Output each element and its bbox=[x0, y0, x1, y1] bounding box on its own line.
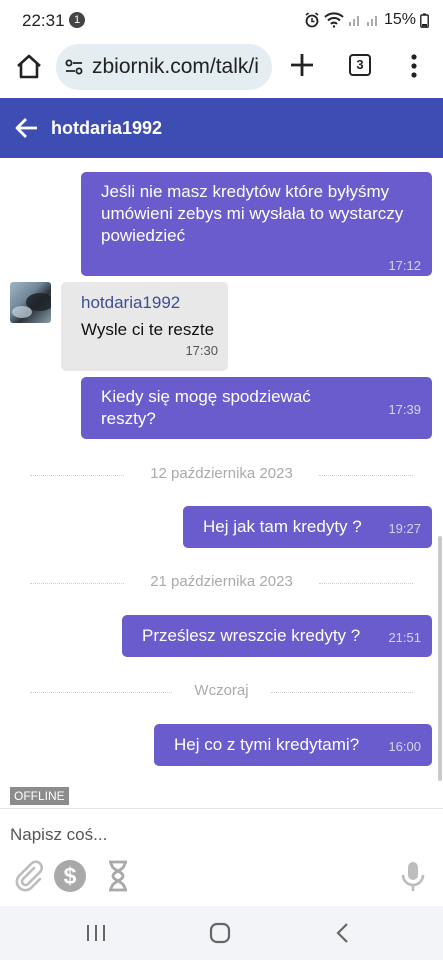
message-time: 17:30 bbox=[185, 343, 218, 358]
message-time: 17:12 bbox=[388, 258, 421, 273]
dollar-icon[interactable]: $ bbox=[53, 859, 87, 893]
message-time: 16:00 bbox=[388, 739, 421, 754]
more-vert-icon[interactable] bbox=[404, 52, 424, 80]
avatar-image bbox=[12, 293, 51, 318]
notification-count-badge: 1 bbox=[69, 12, 85, 28]
status-time: 22:31 bbox=[22, 11, 65, 30]
chat-messages[interactable]: Jeśli nie masz kredytów które byłyśmy um… bbox=[0, 158, 443, 808]
signal-icon-2 bbox=[366, 16, 377, 26]
svg-text:$: $ bbox=[64, 863, 77, 889]
site-settings-icon[interactable] bbox=[64, 57, 84, 77]
outgoing-message: Prześlesz wreszcie kredyty ? 21:51 bbox=[122, 615, 432, 657]
status-badge: OFFLINE bbox=[10, 787, 69, 805]
plus-icon[interactable] bbox=[289, 52, 315, 78]
address-bar[interactable]: zbiornik.com/talk/i bbox=[56, 44, 272, 90]
chat-header: hotdaria1992 bbox=[0, 98, 443, 158]
date-label: 21 października 2023 bbox=[150, 573, 293, 590]
wifi-icon bbox=[324, 12, 344, 28]
system-navigation-bar bbox=[0, 906, 443, 960]
hourglass-icon[interactable] bbox=[101, 859, 135, 893]
scrollbar[interactable] bbox=[438, 536, 442, 781]
battery-percent: 15% bbox=[383, 11, 416, 28]
tabs-icon[interactable]: 3 bbox=[349, 54, 371, 76]
browser-toolbar: zbiornik.com/talk/i 3 bbox=[0, 40, 443, 98]
outgoing-message: Hej jak tam kredyty ? 19:27 bbox=[183, 506, 432, 548]
avatar[interactable] bbox=[10, 282, 51, 323]
recents-icon[interactable] bbox=[84, 921, 108, 945]
back-nav-icon[interactable] bbox=[332, 921, 356, 945]
home-icon[interactable] bbox=[14, 52, 44, 82]
message-time: 17:39 bbox=[388, 402, 421, 417]
outgoing-message: Hej co z tymi kredytami? 16:00 bbox=[154, 724, 432, 766]
signal-icon bbox=[348, 16, 359, 26]
date-label: Wczoraj bbox=[194, 682, 249, 699]
date-label: 12 października 2023 bbox=[150, 465, 293, 482]
url-text: zbiornik.com/talk/i bbox=[92, 55, 259, 78]
back-arrow-icon[interactable] bbox=[14, 115, 40, 141]
battery-icon bbox=[420, 12, 429, 28]
message-time: 19:27 bbox=[388, 521, 421, 536]
message-text: Prześlesz wreszcie kredyty ? bbox=[142, 626, 361, 645]
message-text: Jeśli nie masz kredytów które byłyśmy um… bbox=[101, 182, 404, 245]
message-time: 21:51 bbox=[388, 630, 421, 645]
message-sender: hotdaria1992 bbox=[81, 293, 181, 312]
message-input[interactable] bbox=[10, 825, 410, 845]
chat-title: hotdaria1992 bbox=[51, 118, 163, 138]
date-separator: 12 października 2023 bbox=[0, 465, 443, 485]
message-composer: $ bbox=[0, 808, 443, 906]
alarm-icon bbox=[305, 12, 319, 28]
outgoing-message: Kiedy się mogę spodziewać reszty? 17:39 bbox=[81, 377, 432, 439]
message-text: Kiedy się mogę spodziewać reszty? bbox=[101, 387, 311, 428]
date-separator: Wczoraj bbox=[0, 682, 443, 702]
message-text: Wysle ci te reszte bbox=[81, 320, 215, 339]
microphone-icon[interactable] bbox=[396, 859, 430, 893]
status-bar: 22:31 1 15% bbox=[0, 0, 443, 40]
outgoing-message: Jeśli nie masz kredytów które byłyśmy um… bbox=[81, 172, 432, 276]
paperclip-icon[interactable] bbox=[12, 859, 46, 893]
home-nav-icon[interactable] bbox=[208, 921, 232, 945]
incoming-message: hotdaria1992 Wysle ci te reszte 17:30 bbox=[61, 282, 228, 371]
date-separator: 21 października 2023 bbox=[0, 573, 443, 593]
status-icons: 15% bbox=[304, 11, 429, 29]
